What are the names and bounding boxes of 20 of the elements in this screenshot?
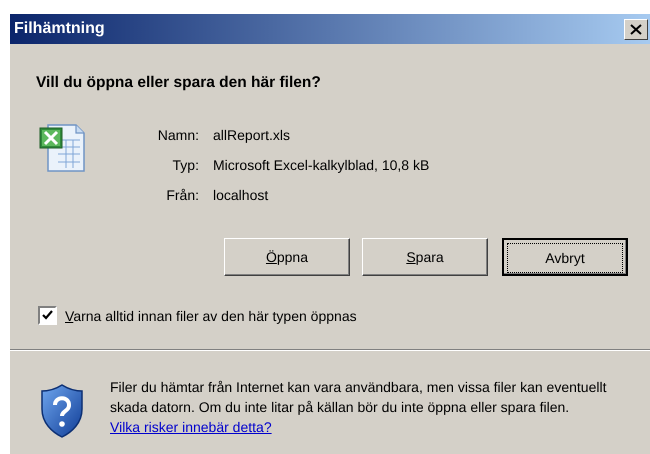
field-value: localhost — [213, 187, 268, 203]
risks-link[interactable]: Vilka risker innebär detta? — [110, 419, 272, 435]
checkbox[interactable] — [38, 306, 57, 325]
security-shield-icon — [40, 383, 84, 439]
field-label: Typ: — [172, 157, 199, 173]
field-value: Microsoft Excel-kalkylblad, 10,8 kB — [213, 157, 430, 173]
field-label: Namn: — [156, 127, 199, 143]
checkmark-icon — [42, 310, 53, 321]
window-title: Filhämtning — [14, 20, 105, 38]
close-button[interactable] — [624, 18, 648, 40]
close-icon — [630, 24, 642, 34]
dialog-button[interactable]: Avbryt — [502, 238, 628, 276]
checkbox-label[interactable]: Varna alltid innan filer av den här typen öppnas — [65, 308, 357, 324]
question-heading: Vill du öppna eller spara den här filen? — [36, 74, 322, 92]
spreadsheet-file-icon — [38, 122, 88, 172]
dialog-button[interactable]: Öppna — [224, 238, 350, 276]
dialog-button[interactable]: Spara — [362, 238, 488, 276]
security-warning-text: Filer du hämtar från Internet kan vara användbara, men vissa filer kan eventuellt skada datorn. Om du inte litar på källan bör du inte öppna eller spara filen. Vilka risker innebär detta? — [110, 378, 608, 437]
field-value: allReport.xls — [213, 127, 290, 143]
field-label: Från: — [165, 187, 199, 203]
